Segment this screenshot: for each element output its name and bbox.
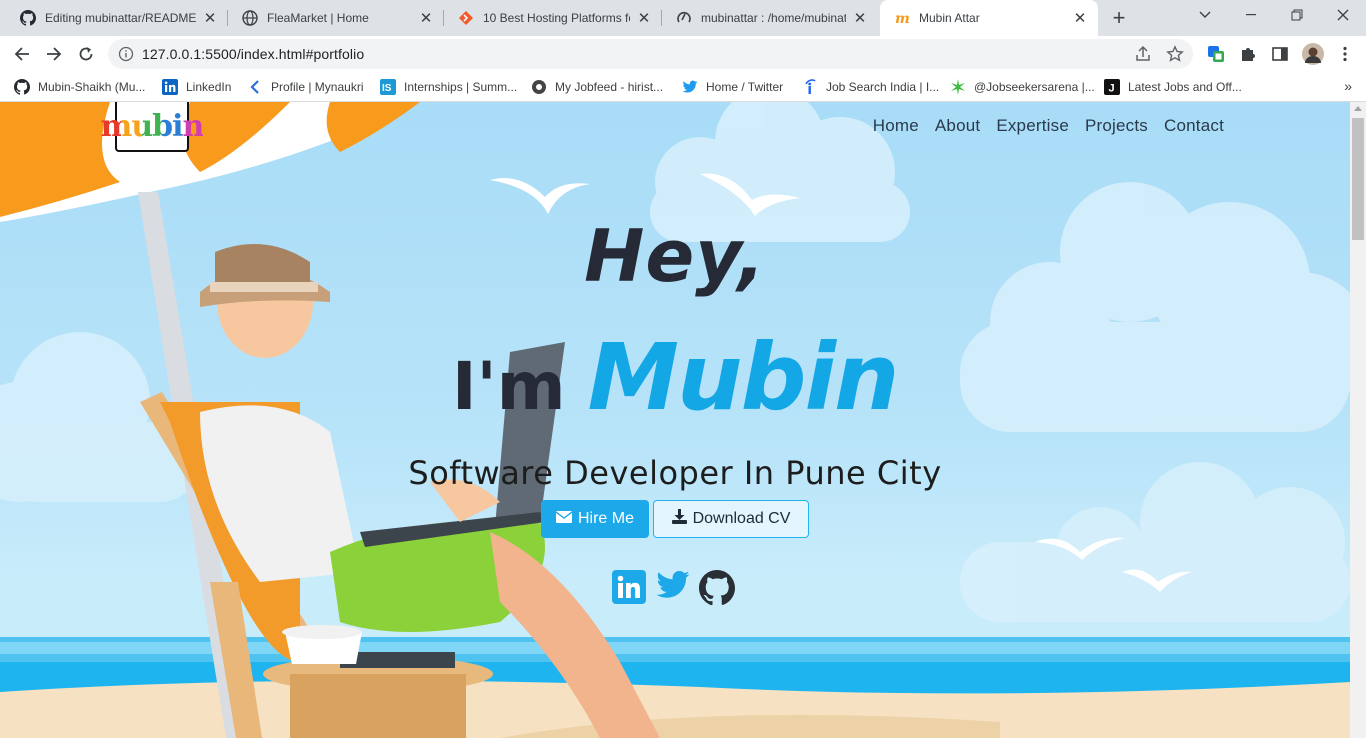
info-icon[interactable] — [118, 46, 134, 62]
close-icon[interactable]: ✕ — [852, 10, 868, 27]
bookmark-github[interactable]: Mubin-Shaikh (Mu... — [14, 76, 145, 98]
linkedin-icon — [162, 79, 178, 95]
envelope-icon — [555, 510, 573, 528]
naukri-icon — [247, 79, 263, 95]
extensions-puzzle-icon[interactable] — [1239, 45, 1257, 63]
svg-text:IS: IS — [382, 83, 392, 94]
bookmark-label: Mubin-Shaikh (Mu... — [38, 80, 146, 94]
m-icon: m — [894, 10, 910, 26]
tab-fleamarket[interactable]: FleaMarket | Home ✕ — [228, 0, 444, 36]
bookmark-jobseekersarena[interactable]: @Jobseekersarena |... — [950, 76, 1095, 98]
new-tab-button[interactable]: + — [1106, 5, 1132, 30]
tab-title: FleaMarket | Home — [267, 11, 369, 25]
bookmark-hirist[interactable]: My Jobfeed - hirist... — [531, 76, 663, 98]
site-nav: Home About Expertise Projects Contact — [873, 116, 1224, 136]
hire-me-label: Hire Me — [577, 510, 634, 527]
bookmark-internshala[interactable]: IS Internships | Summ... — [380, 76, 517, 98]
tab-pythonanywhere[interactable]: mubinattar : /home/mubinattar ✕ — [662, 0, 878, 36]
page-scrollbar[interactable] — [1350, 102, 1366, 738]
site-logo[interactable]: mubin — [101, 102, 204, 152]
svg-text:m: m — [895, 11, 910, 26]
hero-name: Mubin — [587, 324, 900, 431]
indeed-icon — [802, 79, 818, 95]
bookmark-label: LinkedIn — [186, 80, 232, 94]
url-text: 127.0.0.1:5500/index.html#portfolio — [142, 46, 365, 62]
tab-title: Mubin Attar — [919, 11, 980, 25]
tab-title: 10 Best Hosting Platforms for — [483, 11, 630, 25]
nav-about[interactable]: About — [935, 116, 980, 136]
bookmark-label: Latest Jobs and Off... — [1128, 80, 1242, 94]
j-icon: J — [1104, 79, 1120, 95]
side-panel-icon[interactable] — [1271, 45, 1289, 63]
profile-avatar[interactable] — [1302, 43, 1324, 65]
hire-me-button[interactable]: Hire Me — [541, 500, 649, 538]
logo-text: mubin — [100, 108, 205, 144]
tab-mubin-attar[interactable]: m Mubin Attar ✕ — [880, 0, 1098, 36]
tab-hosting-platforms[interactable]: 10 Best Hosting Platforms for ✕ — [444, 0, 662, 36]
hero-im: I'm — [452, 348, 566, 425]
close-icon[interactable]: ✕ — [202, 10, 218, 27]
bookmark-label: Profile | Mynaukri — [271, 80, 364, 94]
tab-strip: Editing mubinattar/README.md ✕ FleaMarke… — [0, 0, 1366, 36]
svg-text:J: J — [1109, 83, 1115, 95]
globe-icon — [242, 10, 258, 26]
hero-name-line: I'm Mubin — [452, 324, 900, 431]
github-icon — [20, 10, 36, 26]
bookmark-star-icon[interactable] — [1166, 45, 1184, 63]
close-window-button[interactable] — [1320, 0, 1366, 30]
reload-button[interactable] — [72, 40, 100, 68]
bookmark-indeed[interactable]: Job Search India | I... — [802, 76, 939, 98]
tab-title: Editing mubinattar/README.md — [45, 11, 196, 25]
browser-toolbar: 127.0.0.1:5500/index.html#portfolio — [0, 36, 1366, 72]
minimize-button[interactable] — [1228, 0, 1274, 30]
bookmark-latest-jobs[interactable]: J Latest Jobs and Off... — [1104, 76, 1242, 98]
star-icon — [950, 79, 966, 95]
bookmark-label: Job Search India | I... — [826, 80, 940, 94]
bookmarks-bar: Mubin-Shaikh (Mu... LinkedIn Profile | M… — [0, 72, 1366, 102]
nav-home[interactable]: Home — [873, 116, 919, 136]
twitter-icon[interactable] — [655, 570, 691, 606]
bookmark-twitter[interactable]: Home / Twitter — [682, 76, 783, 98]
twitter-icon — [682, 79, 698, 95]
hero-subtitle: Software Developer In Pune City — [408, 454, 942, 492]
tab-search-button[interactable] — [1182, 0, 1228, 30]
bookmark-label: Internships | Summ... — [404, 80, 518, 94]
github-icon[interactable] — [699, 570, 735, 606]
hosting-icon — [458, 10, 474, 26]
nav-projects[interactable]: Projects — [1085, 116, 1148, 136]
tab-editing-readme[interactable]: Editing mubinattar/README.md ✕ — [6, 0, 228, 36]
hero-greeting: Hey, — [584, 214, 766, 298]
nav-contact[interactable]: Contact — [1164, 116, 1224, 136]
github-icon — [14, 79, 30, 95]
forward-button[interactable] — [40, 40, 68, 68]
download-cv-button[interactable]: Download CV — [653, 500, 809, 538]
tab-title: mubinattar : /home/mubinattar — [701, 11, 846, 25]
bookmark-label: Home / Twitter — [706, 80, 784, 94]
bookmark-linkedin[interactable]: LinkedIn — [162, 76, 231, 98]
scrollbar-thumb[interactable] — [1352, 118, 1364, 240]
nav-expertise[interactable]: Expertise — [996, 116, 1069, 136]
menu-kebab-icon[interactable] — [1336, 45, 1354, 63]
page-viewport: mubin Home About Expertise Projects Cont… — [0, 102, 1350, 738]
scroll-up-arrow[interactable] — [1354, 106, 1362, 111]
bookmarks-overflow-icon[interactable]: » — [1344, 78, 1352, 94]
extension-translate-icon[interactable] — [1207, 45, 1225, 63]
bookmark-label: My Jobfeed - hirist... — [555, 80, 664, 94]
restore-button[interactable] — [1274, 0, 1320, 30]
hirist-icon — [531, 79, 547, 95]
bookmark-naukri[interactable]: Profile | Mynaukri — [247, 76, 363, 98]
address-bar[interactable]: 127.0.0.1:5500/index.html#portfolio — [108, 39, 1193, 69]
bookmark-label: @Jobseekersarena |... — [974, 80, 1095, 94]
linkedin-icon[interactable] — [612, 570, 648, 606]
share-icon[interactable] — [1134, 45, 1152, 63]
close-icon[interactable]: ✕ — [1072, 10, 1088, 27]
download-icon — [671, 509, 687, 529]
internshala-icon: IS — [380, 79, 396, 95]
download-cv-label: Download CV — [692, 510, 791, 527]
pythonanywhere-icon — [676, 10, 692, 26]
close-icon[interactable]: ✕ — [636, 10, 652, 27]
close-icon[interactable]: ✕ — [418, 10, 434, 27]
back-button[interactable] — [8, 40, 36, 68]
